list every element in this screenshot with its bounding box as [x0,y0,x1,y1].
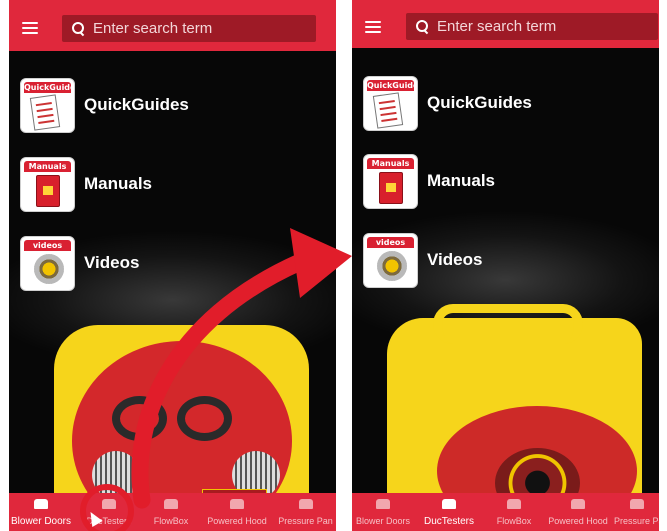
app-bar: Enter search term [352,0,659,48]
menu-item-label: QuickGuides [427,93,532,112]
pressure-pan-icon [629,499,644,509]
tab-flowbox[interactable]: FlowBox [488,493,540,531]
hamburger-menu-icon[interactable] [365,21,381,33]
videos-icon: videos [363,233,418,288]
powered-hood-icon [571,499,585,509]
quickguides-icon: QuickGuides [363,76,418,131]
powered-hood-icon [230,499,244,509]
ductester-icon [442,499,456,509]
tab-blower-doors[interactable]: Blower Doors [9,493,73,531]
tab-powered-hood[interactable]: Powered Hood [546,493,610,531]
menu-item-label: Videos [427,250,483,269]
search-icon [72,22,84,34]
flowbox-icon [507,499,521,509]
right-phone-screen: Enter search term QuickGuides QuickGuide… [352,0,659,531]
hamburger-menu-icon[interactable] [22,22,38,34]
search-bar[interactable]: Enter search term [406,13,658,40]
blower-door-icon [376,499,390,509]
menu-item-label: QuickGuides [84,95,189,114]
ductester-icon [102,499,116,509]
tab-powered-hood[interactable]: Powered Hood [203,493,271,531]
left-phone-screen: Enter search term QuickGuides QuickGuide… [9,0,336,531]
quickguides-icon: QuickGuides [20,78,75,133]
menu-item-label: Manuals [427,171,496,190]
manuals-icon: Manuals [363,154,418,209]
tutorial-screenshot: Enter search term QuickGuides QuickGuide… [0,0,667,531]
flowbox-icon [164,499,178,509]
tab-blower-doors[interactable]: Blower Doors [352,493,414,531]
search-input[interactable]: Enter search term [437,18,556,35]
menu-item-label: Manuals [84,174,153,193]
app-bar: Enter search term [9,0,336,51]
search-bar[interactable]: Enter search term [62,15,316,42]
bottom-navigation: Blower Doors DucTesters FlowBox Powered … [352,493,659,531]
pressure-pan-icon [298,499,313,509]
tab-pressure-pan[interactable]: Pressure Pan [614,493,659,531]
search-input[interactable]: Enter search term [93,20,212,37]
search-icon [416,20,428,32]
blower-door-icon [34,499,48,509]
videos-icon: videos [20,236,75,291]
tab-pressure-pan[interactable]: Pressure Pan [275,493,336,531]
bottom-navigation: Blower Doors DucTesters FlowBox Powered … [9,493,336,531]
manuals-icon: Manuals [20,157,75,212]
tab-flowbox[interactable]: FlowBox [145,493,197,531]
menu-item-label: Videos [84,253,140,272]
tab-ductesters[interactable]: DucTesters [416,493,482,531]
